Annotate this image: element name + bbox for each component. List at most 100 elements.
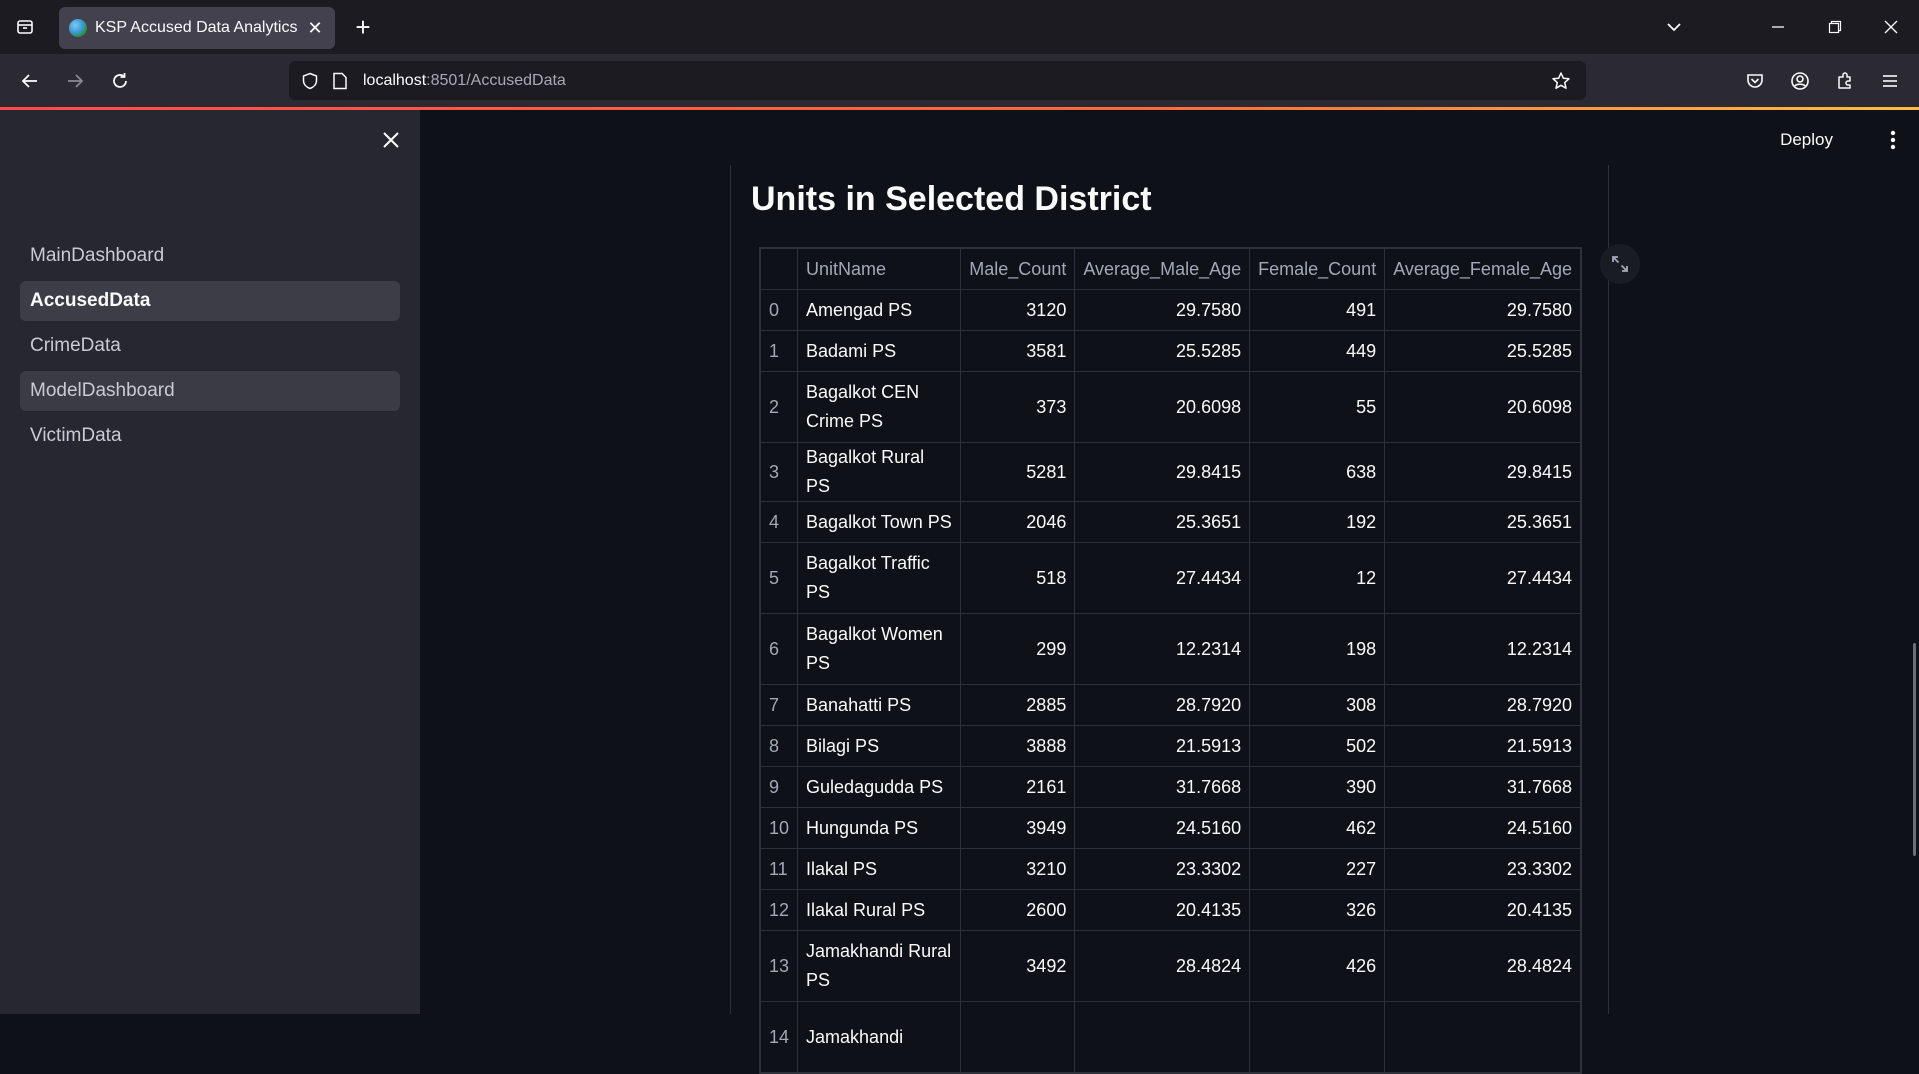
column-header-index[interactable] <box>759 248 799 290</box>
account-icon[interactable] <box>1784 65 1816 97</box>
restore-icon[interactable] <box>1817 12 1853 42</box>
column-header-unitname[interactable]: UnitName <box>797 248 962 290</box>
male-count-cell[interactable]: 3581 <box>960 330 1076 372</box>
main-menu-icon[interactable] <box>1883 125 1903 155</box>
female-count-cell[interactable]: 227 <box>1249 848 1386 890</box>
average-female-age-cell[interactable]: 28.4824 <box>1384 930 1581 1002</box>
window-close-icon[interactable] <box>1873 12 1909 42</box>
unit-name-cell[interactable]: Amengad PS <box>797 289 962 331</box>
average-male-age-cell[interactable]: 29.7580 <box>1074 289 1251 331</box>
male-count-cell[interactable]: 518 <box>960 542 1076 614</box>
female-count-cell[interactable] <box>1249 1001 1386 1073</box>
column-header-average-male-age[interactable]: Average_Male_Age <box>1074 248 1251 290</box>
female-count-cell[interactable]: 449 <box>1249 330 1386 372</box>
table-row[interactable]: 0 Amengad PS 3120 29.7580 491 29.7580 <box>759 289 1581 331</box>
sidebar-item-crimedata[interactable]: CrimeData <box>20 326 400 366</box>
average-female-age-cell[interactable]: 29.8415 <box>1384 442 1581 502</box>
average-female-age-cell[interactable]: 24.5160 <box>1384 807 1581 849</box>
male-count-cell[interactable]: 2885 <box>960 684 1076 726</box>
average-male-age-cell[interactable]: 31.7668 <box>1074 766 1251 808</box>
table-row[interactable]: 4 Bagalkot Town PS 2046 25.3651 192 25.3… <box>759 501 1581 543</box>
back-arrow-icon[interactable] <box>14 65 46 97</box>
close-sidebar-icon[interactable] <box>378 127 404 153</box>
url-text[interactable]: localhost:8501/AccusedData <box>363 72 566 90</box>
unit-name-cell[interactable]: Bagalkot Traffic PS <box>797 542 962 614</box>
url-bar[interactable]: localhost:8501/AccusedData <box>289 61 1586 100</box>
female-count-cell[interactable]: 426 <box>1249 930 1386 1002</box>
average-female-age-cell[interactable]: 20.4135 <box>1384 889 1581 931</box>
reload-icon[interactable] <box>104 65 136 97</box>
table-row[interactable]: 5 Bagalkot Traffic PS 518 27.4434 12 27.… <box>759 542 1581 614</box>
column-header-average-female-age[interactable]: Average_Female_Age <box>1384 248 1581 290</box>
female-count-cell[interactable]: 491 <box>1249 289 1386 331</box>
tab-close-icon[interactable]: ✕ <box>305 18 325 38</box>
table-row[interactable]: 7 Banahatti PS 2885 28.7920 308 28.7920 <box>759 684 1581 726</box>
female-count-cell[interactable]: 638 <box>1249 442 1386 502</box>
male-count-cell[interactable]: 3210 <box>960 848 1076 890</box>
table-row[interactable]: 13 Jamakhandi Rural PS 3492 28.4824 426 … <box>759 930 1581 1002</box>
extensions-icon[interactable] <box>1829 65 1861 97</box>
average-male-age-cell[interactable]: 25.3651 <box>1074 501 1251 543</box>
average-male-age-cell[interactable]: 21.5913 <box>1074 725 1251 767</box>
average-male-age-cell[interactable]: 20.4135 <box>1074 889 1251 931</box>
unit-name-cell[interactable]: Ilakal Rural PS <box>797 889 962 931</box>
average-male-age-cell[interactable]: 12.2314 <box>1074 613 1251 685</box>
minimize-icon[interactable] <box>1760 12 1796 42</box>
unit-name-cell[interactable]: Bagalkot Rural PS <box>797 442 962 502</box>
average-female-age-cell[interactable]: 20.6098 <box>1384 371 1581 443</box>
female-count-cell[interactable]: 308 <box>1249 684 1386 726</box>
average-female-age-cell[interactable]: 23.3302 <box>1384 848 1581 890</box>
male-count-cell[interactable]: 3888 <box>960 725 1076 767</box>
menu-hamburger-icon[interactable] <box>1874 65 1906 97</box>
average-male-age-cell[interactable] <box>1074 1001 1251 1073</box>
average-male-age-cell[interactable]: 25.5285 <box>1074 330 1251 372</box>
male-count-cell[interactable]: 2161 <box>960 766 1076 808</box>
female-count-cell[interactable]: 462 <box>1249 807 1386 849</box>
column-header-male-count[interactable]: Male_Count <box>960 248 1076 290</box>
average-male-age-cell[interactable]: 24.5160 <box>1074 807 1251 849</box>
pocket-icon[interactable] <box>1739 65 1771 97</box>
average-female-age-cell[interactable]: 25.5285 <box>1384 330 1581 372</box>
average-female-age-cell[interactable]: 12.2314 <box>1384 613 1581 685</box>
unit-name-cell[interactable]: Jamakhandi <box>797 1001 962 1073</box>
average-male-age-cell[interactable]: 29.8415 <box>1074 442 1251 502</box>
table-row[interactable]: 1 Badami PS 3581 25.5285 449 25.5285 <box>759 330 1581 372</box>
unit-name-cell[interactable]: Badami PS <box>797 330 962 372</box>
page-info-icon[interactable] <box>325 66 355 96</box>
sidebar-item-modeldashboard[interactable]: ModelDashboard <box>20 371 400 411</box>
male-count-cell[interactable]: 2046 <box>960 501 1076 543</box>
average-female-age-cell[interactable] <box>1384 1001 1581 1073</box>
forward-arrow-icon[interactable] <box>59 65 91 97</box>
table-row[interactable]: 6 Bagalkot Women PS 299 12.2314 198 12.2… <box>759 613 1581 685</box>
female-count-cell[interactable]: 326 <box>1249 889 1386 931</box>
sidebar-item-maindashboard[interactable]: MainDashboard <box>20 236 400 276</box>
average-male-age-cell[interactable]: 28.7920 <box>1074 684 1251 726</box>
table-row[interactable]: 14 Jamakhandi <box>759 1001 1581 1073</box>
female-count-cell[interactable]: 55 <box>1249 371 1386 443</box>
male-count-cell[interactable]: 2600 <box>960 889 1076 931</box>
tab-overflow-chevron-icon[interactable] <box>1656 12 1692 42</box>
female-count-cell[interactable]: 502 <box>1249 725 1386 767</box>
male-count-cell[interactable]: 5281 <box>960 442 1076 502</box>
average-female-age-cell[interactable]: 29.7580 <box>1384 289 1581 331</box>
female-count-cell[interactable]: 390 <box>1249 766 1386 808</box>
male-count-cell[interactable]: 3492 <box>960 930 1076 1002</box>
deploy-button[interactable]: Deploy <box>1770 124 1843 156</box>
male-count-cell[interactable]: 299 <box>960 613 1076 685</box>
male-count-cell[interactable]: 373 <box>960 371 1076 443</box>
tab-list-icon[interactable] <box>10 13 40 41</box>
female-count-cell[interactable]: 192 <box>1249 501 1386 543</box>
table-row[interactable]: 2 Bagalkot CEN Crime PS 373 20.6098 55 2… <box>759 371 1581 443</box>
table-row[interactable]: 10 Hungunda PS 3949 24.5160 462 24.5160 <box>759 807 1581 849</box>
male-count-cell[interactable]: 3949 <box>960 807 1076 849</box>
average-female-age-cell[interactable]: 27.4434 <box>1384 542 1581 614</box>
bookmark-star-icon[interactable] <box>1546 66 1576 96</box>
sidebar-item-victimdata[interactable]: VictimData <box>20 416 400 456</box>
table-row[interactable]: 8 Bilagi PS 3888 21.5913 502 21.5913 <box>759 725 1581 767</box>
female-count-cell[interactable]: 12 <box>1249 542 1386 614</box>
average-male-age-cell[interactable]: 23.3302 <box>1074 848 1251 890</box>
table-row[interactable]: 12 Ilakal Rural PS 2600 20.4135 326 20.4… <box>759 889 1581 931</box>
page-scrollbar[interactable] <box>1913 643 1916 856</box>
unit-name-cell[interactable]: Bagalkot Women PS <box>797 613 962 685</box>
average-female-age-cell[interactable]: 25.3651 <box>1384 501 1581 543</box>
